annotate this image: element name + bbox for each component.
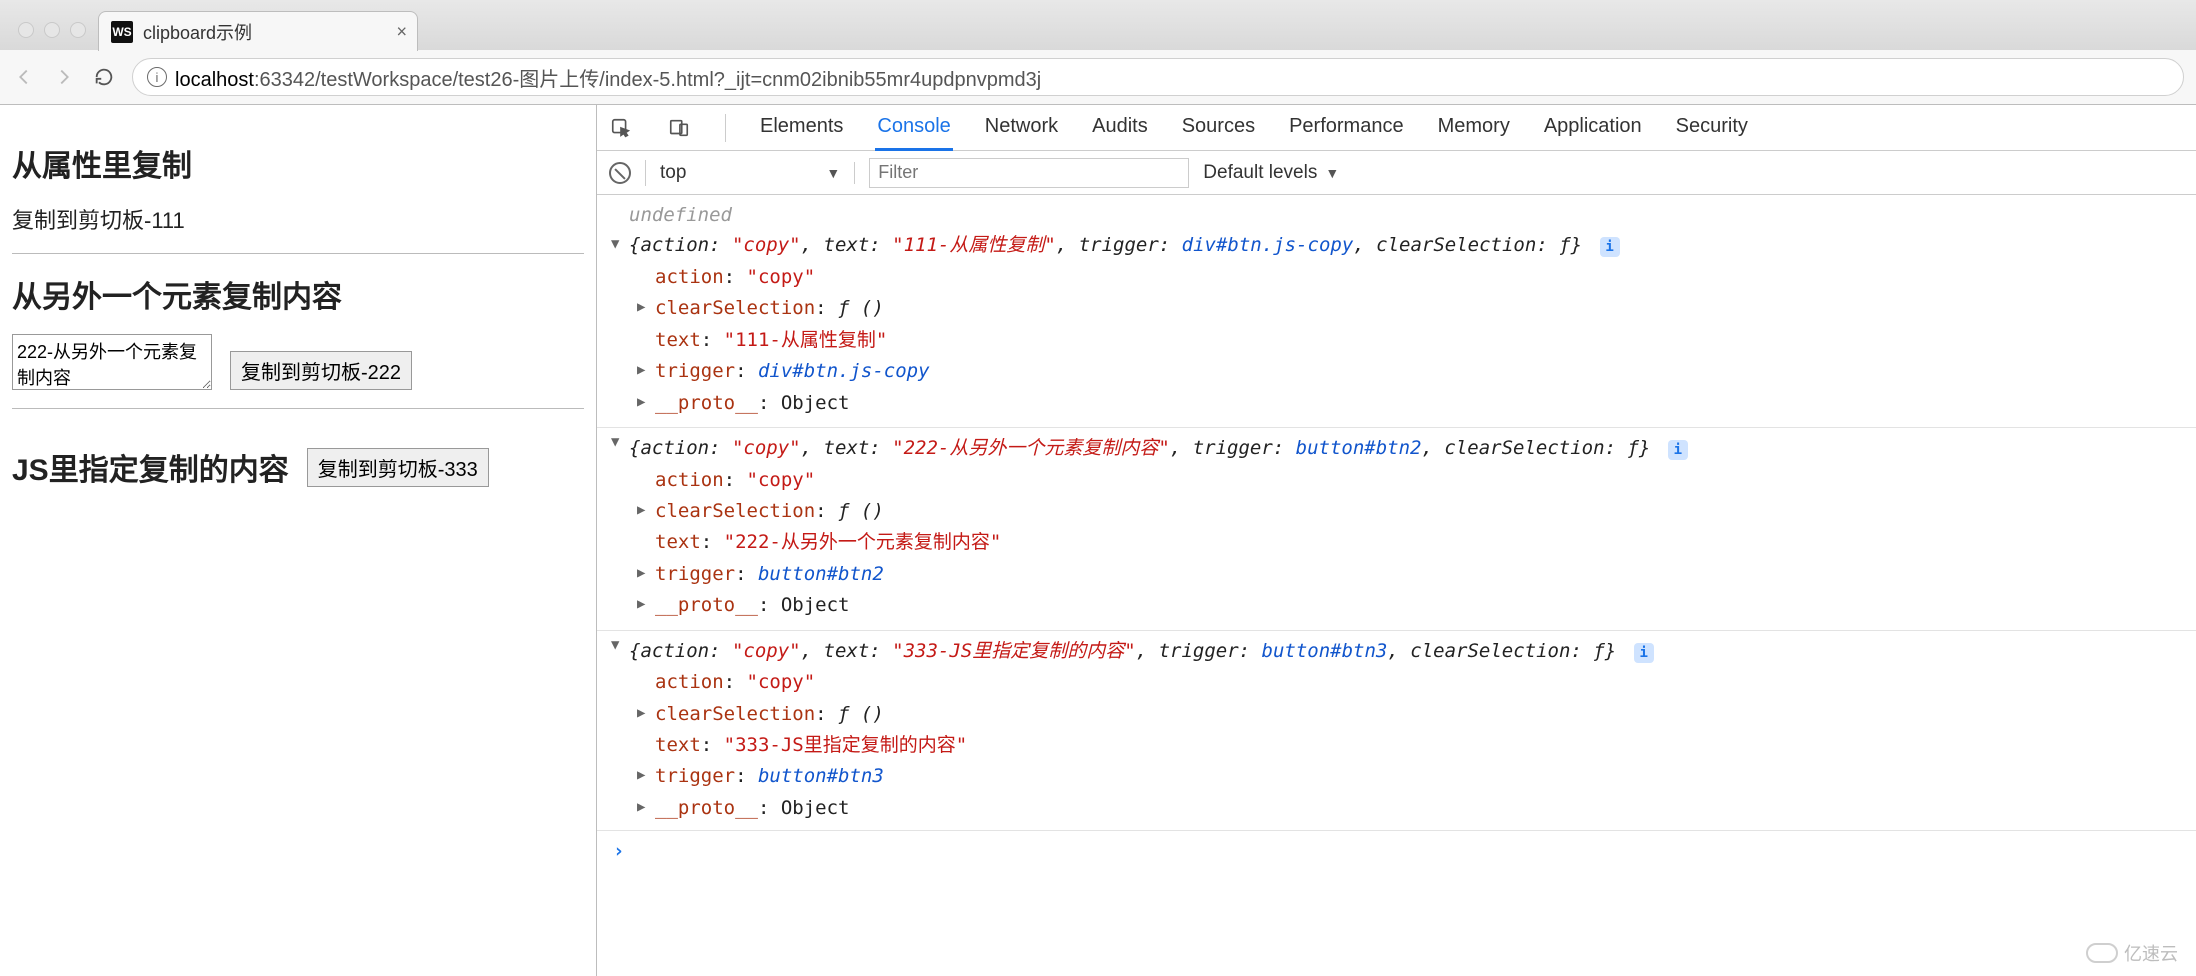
url-text: localhost:63342/testWorkspace/test26-图片上… [175, 63, 1041, 92]
back-button[interactable] [12, 65, 36, 89]
tab-sources[interactable]: Sources [1180, 105, 1257, 151]
clear-console-icon[interactable] [609, 162, 631, 184]
tab-performance[interactable]: Performance [1287, 105, 1406, 151]
chevron-down-icon: ▼ [826, 165, 840, 181]
site-info-icon[interactable]: i [147, 67, 167, 87]
expand-icon[interactable] [637, 360, 645, 382]
chevron-down-icon: ▼ [1325, 165, 1339, 181]
console-object-summary[interactable]: {action: "copy", text: "222-从另外一个元素复制内容"… [597, 427, 2196, 464]
expand-icon[interactable] [611, 432, 619, 454]
console-prop[interactable]: clearSelection: ƒ () [597, 496, 2196, 527]
window-min-icon[interactable] [44, 22, 60, 38]
console-prop: text: "111-从属性复制" [597, 325, 2196, 356]
address-bar[interactable]: i localhost:63342/testWorkspace/test26-图… [132, 58, 2184, 96]
console-object-summary[interactable]: {action: "copy", text: "111-从属性复制", trig… [597, 230, 2196, 261]
section2-title: 从另外一个元素复制内容 [12, 272, 584, 316]
cloud-icon [2086, 943, 2118, 963]
log-levels-select[interactable]: Default levels ▼ [1203, 162, 1339, 184]
console-prop: action: "copy" [597, 465, 2196, 496]
tab-console[interactable]: Console [875, 105, 952, 151]
info-badge-icon[interactable]: i [1634, 643, 1654, 663]
expand-icon[interactable] [611, 635, 619, 657]
tab-network[interactable]: Network [983, 105, 1060, 151]
watermark: 亿速云 [2086, 940, 2178, 966]
console-toolbar: top ▼ Default levels ▼ [597, 151, 2196, 195]
tab-title: clipboard示例 [143, 19, 252, 45]
page-content: 从属性里复制 复制到剪切板-111 从另外一个元素复制内容 复制到剪切板-222… [0, 105, 596, 976]
copy-button-222[interactable]: 复制到剪切板-222 [230, 351, 412, 390]
context-label: top [660, 162, 686, 184]
tab-memory[interactable]: Memory [1436, 105, 1512, 151]
console-prop: text: "333-JS里指定复制的内容" [597, 730, 2196, 761]
divider [12, 408, 584, 409]
copy-text-111[interactable]: 复制到剪切板-111 [12, 203, 584, 235]
expand-icon[interactable] [637, 703, 645, 725]
browser-chrome: WS clipboard示例 × i localhost:63342/testW… [0, 0, 2196, 105]
expand-icon[interactable] [637, 797, 645, 819]
address-bar-row: i localhost:63342/testWorkspace/test26-图… [0, 50, 2196, 104]
console-filter-input[interactable] [869, 158, 1189, 188]
window-controls [12, 22, 98, 50]
tab-elements[interactable]: Elements [758, 105, 845, 151]
execution-context-select[interactable]: top ▼ [660, 162, 855, 184]
levels-label: Default levels [1203, 162, 1317, 184]
expand-icon[interactable] [637, 594, 645, 616]
tab-security[interactable]: Security [1674, 105, 1750, 151]
devtools-tabs: Elements Console Network Audits Sources … [597, 105, 2196, 151]
console-prop[interactable]: trigger: button#btn2 [597, 559, 2196, 590]
copy-button-333[interactable]: 复制到剪切板-333 [307, 448, 489, 487]
info-badge-icon[interactable]: i [1600, 237, 1620, 257]
source-textarea[interactable] [12, 334, 212, 390]
console-line-undefined: undefined [597, 201, 2196, 230]
console-prop: action: "copy" [597, 667, 2196, 698]
expand-icon[interactable] [637, 500, 645, 522]
console-prop[interactable]: __proto__: Object [597, 793, 2196, 824]
console-prop[interactable]: clearSelection: ƒ () [597, 699, 2196, 730]
expand-icon[interactable] [637, 392, 645, 414]
expand-icon[interactable] [637, 765, 645, 787]
tab-application[interactable]: Application [1542, 105, 1644, 151]
console-prompt[interactable]: › [597, 830, 2196, 872]
console-prop[interactable]: clearSelection: ƒ () [597, 293, 2196, 324]
favicon-icon: WS [111, 21, 133, 43]
main-split: 从属性里复制 复制到剪切板-111 从另外一个元素复制内容 复制到剪切板-222… [0, 105, 2196, 976]
window-close-icon[interactable] [18, 22, 34, 38]
devtools-panel: Elements Console Network Audits Sources … [596, 105, 2196, 976]
console-object-summary[interactable]: {action: "copy", text: "333-JS里指定复制的内容",… [597, 630, 2196, 667]
console-prop: action: "copy" [597, 262, 2196, 293]
console-prop[interactable]: __proto__: Object [597, 590, 2196, 621]
reload-button[interactable] [92, 65, 116, 89]
info-badge-icon[interactable]: i [1668, 440, 1688, 460]
console-prop[interactable]: __proto__: Object [597, 388, 2196, 419]
console-prop: text: "222-从另外一个元素复制内容" [597, 527, 2196, 558]
inspect-icon[interactable] [607, 117, 635, 139]
window-max-icon[interactable] [70, 22, 86, 38]
section1-title: 从属性里复制 [12, 141, 584, 185]
expand-icon[interactable] [611, 234, 619, 256]
console-prop[interactable]: trigger: div#btn.js-copy [597, 356, 2196, 387]
expand-icon[interactable] [637, 297, 645, 319]
browser-tab[interactable]: WS clipboard示例 × [98, 11, 418, 51]
device-toggle-icon[interactable] [665, 117, 693, 139]
divider [12, 253, 584, 254]
console-prop[interactable]: trigger: button#btn3 [597, 761, 2196, 792]
tab-bar: WS clipboard示例 × [0, 0, 2196, 50]
forward-button[interactable] [52, 65, 76, 89]
close-tab-icon[interactable]: × [396, 21, 407, 42]
watermark-text: 亿速云 [2124, 940, 2178, 966]
expand-icon[interactable] [637, 563, 645, 585]
section3-title: JS里指定复制的内容 [12, 445, 289, 489]
console-output[interactable]: undefined {action: "copy", text: "111-从属… [597, 195, 2196, 976]
tab-audits[interactable]: Audits [1090, 105, 1150, 151]
